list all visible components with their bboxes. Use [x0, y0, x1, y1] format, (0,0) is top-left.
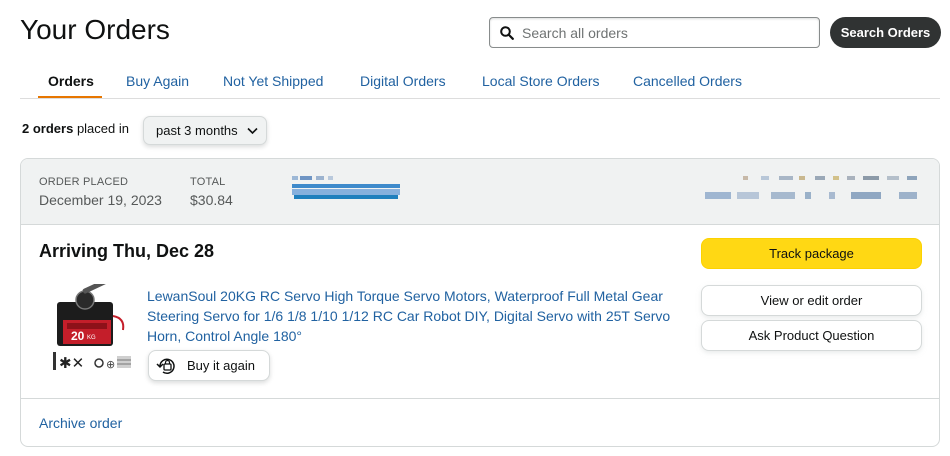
track-package-button[interactable]: Track package [701, 238, 922, 269]
delivery-status: Arriving Thu, Dec 28 [39, 241, 215, 261]
search-icon [500, 25, 514, 40]
time-range-select[interactable]: past 3 months [143, 116, 267, 145]
tab-cancelled-orders[interactable]: Cancelled Orders [633, 73, 742, 89]
chevron-down-icon [247, 127, 258, 135]
svg-text:KG: KG [87, 335, 96, 341]
svg-text:⊕: ⊕ [106, 358, 115, 371]
orders-count: 2 orders [22, 121, 74, 136]
order-card: ORDER PLACED December 19, 2023 TOTAL $30… [20, 158, 940, 447]
time-range-value: past 3 months [156, 123, 238, 138]
reorder-icon [156, 358, 175, 374]
search-box[interactable] [489, 17, 820, 48]
active-tab-indicator [38, 96, 102, 98]
svg-text:✱✕: ✱✕ [59, 354, 84, 372]
order-tabs: Orders Buy Again Not Yet Shipped Digital… [20, 64, 940, 99]
tab-buy-again[interactable]: Buy Again [126, 73, 189, 89]
search-input[interactable] [522, 24, 802, 41]
buy-it-again-label: Buy it again [187, 358, 255, 373]
order-header: ORDER PLACED December 19, 2023 TOTAL $30… [21, 159, 939, 225]
search-orders-button[interactable]: Search Orders [830, 17, 941, 48]
redacted-ship-to [292, 176, 402, 206]
order-total-label: TOTAL [190, 176, 226, 188]
redacted-order-number [703, 176, 923, 206]
orders-summary: 2 orders placed in [22, 121, 129, 136]
ask-product-question-button[interactable]: Ask Product Question [701, 320, 922, 351]
buy-it-again-button[interactable]: Buy it again [148, 350, 270, 381]
page-title: Your Orders [20, 14, 170, 45]
orders-summary-text: placed in [76, 121, 129, 136]
svg-text:20: 20 [71, 329, 85, 343]
tab-digital-orders[interactable]: Digital Orders [360, 73, 446, 89]
tab-local-store-orders[interactable]: Local Store Orders [482, 73, 600, 89]
view-edit-order-button[interactable]: View or edit order [701, 285, 922, 316]
product-title-link[interactable]: LewanSoul 20KG RC Servo High Torque Serv… [147, 286, 687, 346]
tab-orders[interactable]: Orders [48, 73, 94, 89]
tab-not-yet-shipped[interactable]: Not Yet Shipped [223, 73, 323, 89]
card-divider [21, 398, 939, 399]
archive-order-link[interactable]: Archive order [39, 415, 122, 431]
order-total-value: $30.84 [190, 192, 233, 208]
order-placed-date: December 19, 2023 [39, 192, 162, 208]
product-image[interactable]: 20 KG ✱✕ ⊕ [49, 284, 133, 374]
order-placed-label: ORDER PLACED [39, 176, 129, 188]
